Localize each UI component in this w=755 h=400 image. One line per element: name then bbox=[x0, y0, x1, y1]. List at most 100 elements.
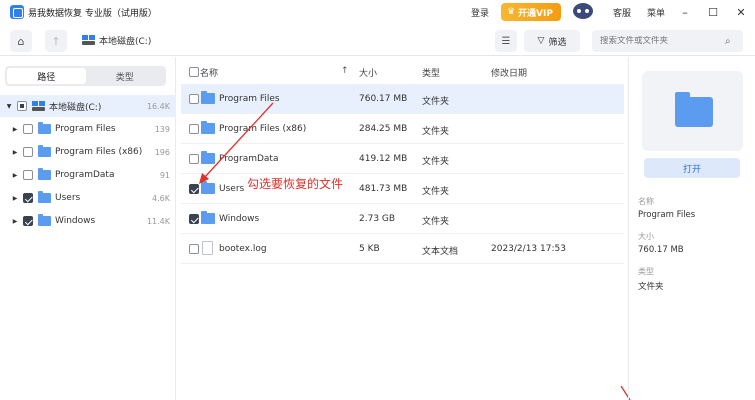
home-button[interactable]: ⌂ bbox=[10, 30, 32, 52]
column-modified[interactable]: 修改日期 bbox=[491, 66, 527, 79]
name-label: 名称 bbox=[638, 197, 654, 206]
tree-checkbox[interactable] bbox=[23, 147, 33, 157]
title-bar: 易我数据恢复 专业版（试用版） 登录 ♛ 开通VIP 客服 菜单 – ☐ ✕ bbox=[0, 0, 755, 24]
row-type: 文件夹 bbox=[422, 217, 450, 227]
row-checkbox[interactable] bbox=[189, 124, 199, 134]
column-name[interactable]: 名称 bbox=[200, 66, 218, 79]
row-type: 文件夹 bbox=[422, 187, 450, 197]
tree-item-windows[interactable]: ▶ Windows 11.4K bbox=[0, 210, 176, 232]
chevron-right-icon[interactable]: ▶ bbox=[11, 149, 19, 156]
chevron-right-icon[interactable]: ▶ bbox=[11, 172, 19, 179]
tree-item-label: Users bbox=[55, 193, 81, 203]
row-type: 文本文档 bbox=[422, 247, 459, 257]
sort-arrow-up-icon[interactable]: ↑ bbox=[341, 66, 349, 76]
tree-item-label: Windows bbox=[55, 216, 96, 226]
title-bar-actions: 登录 ♛ 开通VIP 客服 菜单 – ☐ ✕ bbox=[471, 0, 755, 24]
type-value: 文件夹 bbox=[638, 282, 664, 292]
select-all-checkbox[interactable] bbox=[189, 67, 199, 77]
row-size: 481.73 MB bbox=[359, 184, 408, 194]
tree-item-count: 16.4K bbox=[146, 101, 170, 111]
row-type: 文件夹 bbox=[422, 157, 450, 167]
row-size: 5 KB bbox=[359, 244, 380, 254]
row-checkbox[interactable] bbox=[189, 154, 199, 164]
tree-item-program-files[interactable]: ▶ Program Files 139 bbox=[0, 118, 176, 140]
chevron-right-icon[interactable]: ▶ bbox=[11, 195, 19, 202]
mascot-icon bbox=[569, 1, 597, 23]
tree-checkbox[interactable] bbox=[23, 124, 33, 134]
row-checkbox[interactable] bbox=[189, 244, 199, 254]
breadcrumb: 本地磁盘(C:) bbox=[82, 34, 151, 47]
table-row[interactable]: Windows 2.73 GB 文件夹 bbox=[181, 204, 624, 234]
tree-item-program-files-x86[interactable]: ▶ Program Files (x86) 196 bbox=[0, 141, 176, 163]
vip-label: 开通VIP bbox=[518, 8, 553, 19]
row-name: Program Files (x86) bbox=[219, 124, 307, 134]
tree-item-programdata[interactable]: ▶ ProgramData 91 bbox=[0, 164, 176, 186]
folder-icon bbox=[38, 214, 51, 226]
chevron-right-icon[interactable]: ▶ bbox=[11, 218, 19, 225]
chevron-right-icon[interactable]: ▶ bbox=[11, 126, 19, 133]
close-button[interactable]: ✕ bbox=[727, 0, 755, 24]
row-size: 419.12 MB bbox=[359, 154, 408, 164]
tree-checkbox[interactable] bbox=[23, 216, 33, 226]
table-row[interactable]: ProgramData 419.12 MB 文件夹 bbox=[181, 144, 624, 174]
column-size[interactable]: 大小 bbox=[359, 66, 377, 79]
row-size: 284.25 MB bbox=[359, 124, 408, 134]
left-panel: 路径 类型 ▼ 本地磁盘(C:) 16.4K ▶ Program Files 1… bbox=[0, 57, 176, 400]
tree-checkbox[interactable] bbox=[23, 170, 33, 180]
folder-icon bbox=[201, 91, 215, 104]
row-checkbox[interactable] bbox=[189, 184, 199, 194]
drive-icon bbox=[82, 35, 95, 46]
chevron-down-icon[interactable]: ▼ bbox=[5, 103, 13, 110]
tree-item-root[interactable]: ▼ 本地磁盘(C:) 16.4K bbox=[0, 95, 176, 117]
tree-item-label: Program Files bbox=[55, 124, 116, 134]
tree-checkbox[interactable] bbox=[23, 193, 33, 203]
tree-item-count: 4.6K bbox=[152, 193, 170, 203]
tab-path[interactable]: 路径 bbox=[7, 68, 86, 84]
maximize-button[interactable]: ☐ bbox=[699, 0, 727, 24]
app-title: 易我数据恢复 专业版（试用版） bbox=[28, 8, 157, 19]
tree-item-label: Program Files (x86) bbox=[55, 147, 143, 157]
preview-box bbox=[642, 71, 743, 151]
search-input[interactable] bbox=[600, 36, 725, 46]
search-icon[interactable]: ⌕ bbox=[725, 36, 731, 47]
list-view-button[interactable]: ☰ bbox=[495, 30, 517, 52]
login-link[interactable]: 登录 bbox=[471, 6, 489, 19]
app-logo-icon bbox=[10, 5, 24, 19]
type-label: 类型 bbox=[638, 267, 654, 276]
row-checkbox[interactable] bbox=[189, 214, 199, 224]
folder-icon bbox=[201, 211, 215, 224]
filter-button[interactable]: ▽ 筛选 bbox=[524, 30, 580, 52]
column-type[interactable]: 类型 bbox=[422, 66, 440, 79]
tree-item-label: ProgramData bbox=[55, 170, 115, 180]
row-checkbox[interactable] bbox=[189, 94, 199, 104]
tree-item-users[interactable]: ▶ Users 4.6K bbox=[0, 187, 176, 209]
crown-icon: ♛ bbox=[506, 7, 516, 17]
open-button[interactable]: 打开 bbox=[644, 158, 740, 178]
up-button[interactable]: ↑ bbox=[45, 30, 67, 52]
folder-icon bbox=[201, 121, 215, 134]
table-row[interactable]: bootex.log 5 KB 文本文档 2023/2/13 17:53 bbox=[181, 234, 624, 264]
minimize-button[interactable]: – bbox=[671, 0, 699, 24]
tree-checkbox[interactable] bbox=[17, 101, 27, 111]
table-row[interactable]: Program Files 760.17 MB 文件夹 bbox=[181, 84, 624, 114]
row-name: Windows bbox=[219, 214, 260, 224]
search-box: ⌕ bbox=[592, 30, 743, 52]
name-value: Program Files bbox=[638, 210, 696, 220]
menu-link[interactable]: 菜单 bbox=[647, 6, 665, 19]
folder-icon bbox=[201, 181, 215, 194]
row-size: 760.17 MB bbox=[359, 94, 408, 104]
tab-type[interactable]: 类型 bbox=[86, 68, 165, 84]
table-row[interactable]: Program Files (x86) 284.25 MB 文件夹 bbox=[181, 114, 624, 144]
support-link[interactable]: 客服 bbox=[613, 6, 631, 19]
row-name: ProgramData bbox=[219, 154, 279, 164]
vip-button[interactable]: ♛ 开通VIP bbox=[500, 3, 561, 21]
toolbar: ⌂ ↑ 本地磁盘(C:) ☰ ▽ 筛选 ⌕ bbox=[0, 28, 755, 56]
arrow-up-icon: ↑ bbox=[51, 34, 61, 48]
file-list: 名称 ↑ 大小 类型 修改日期 Program Files 760.17 MB … bbox=[181, 57, 624, 400]
annotation-text: 勾选要恢复的文件 bbox=[247, 177, 344, 191]
tree-item-count: 11.4K bbox=[146, 216, 170, 226]
folder-icon bbox=[38, 122, 51, 134]
tree-item-label: 本地磁盘(C:) bbox=[49, 102, 102, 113]
document-icon bbox=[202, 241, 213, 255]
size-value: 760.17 MB bbox=[638, 245, 684, 255]
